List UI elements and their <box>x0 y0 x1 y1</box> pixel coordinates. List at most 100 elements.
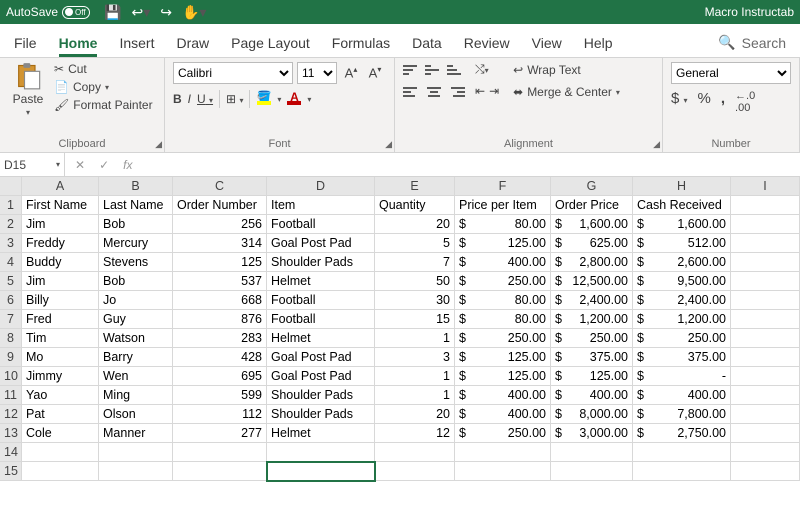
undo-icon[interactable]: ↩▾ <box>131 4 150 21</box>
col-header[interactable]: G <box>551 177 633 196</box>
cell[interactable]: 256 <box>173 215 267 234</box>
cell[interactable]: Cash Received <box>633 196 731 215</box>
font-dialog-launcher-icon[interactable]: ◢ <box>385 139 392 150</box>
cell[interactable]: Order Price <box>551 196 633 215</box>
cell[interactable]: $12,500.00 <box>551 272 633 291</box>
cell[interactable]: 12 <box>375 424 455 443</box>
align-top-button[interactable] <box>403 62 421 78</box>
cell[interactable]: 1 <box>375 386 455 405</box>
cell[interactable]: Tim <box>22 329 99 348</box>
cell[interactable]: Item <box>267 196 375 215</box>
tab-view[interactable]: View <box>532 35 562 57</box>
cell[interactable]: $3,000.00 <box>551 424 633 443</box>
cell[interactable]: Football <box>267 310 375 329</box>
cell[interactable]: Order Number <box>173 196 267 215</box>
tab-help[interactable]: Help <box>584 35 613 57</box>
worksheet-grid[interactable]: ABCDEFGHI1First NameLast NameOrder Numbe… <box>0 177 800 481</box>
align-right-button[interactable] <box>447 84 465 100</box>
percent-style-button[interactable]: % <box>698 90 711 114</box>
decrease-indent-button[interactable]: ⇤ <box>475 84 485 100</box>
cell[interactable]: Goal Post Pad <box>267 367 375 386</box>
decrease-font-icon[interactable]: A▾ <box>365 64 385 81</box>
cell[interactable] <box>633 462 731 481</box>
col-header[interactable]: D <box>267 177 375 196</box>
bold-button[interactable]: B <box>173 92 182 106</box>
cell[interactable]: Watson <box>99 329 173 348</box>
cell[interactable]: Pat <box>22 405 99 424</box>
cell[interactable]: $1,200.00 <box>551 310 633 329</box>
col-header[interactable]: E <box>375 177 455 196</box>
cell[interactable]: Billy <box>22 291 99 310</box>
cell[interactable]: $512.00 <box>633 234 731 253</box>
cell[interactable]: Ming <box>99 386 173 405</box>
cell[interactable]: $375.00 <box>551 348 633 367</box>
cell[interactable]: $125.00 <box>455 367 551 386</box>
toggle-off-icon[interactable]: Off <box>62 6 90 19</box>
cell[interactable]: Mo <box>22 348 99 367</box>
cell[interactable] <box>99 443 173 462</box>
tab-page-layout[interactable]: Page Layout <box>231 35 310 57</box>
col-header[interactable]: H <box>633 177 731 196</box>
cell[interactable]: 599 <box>173 386 267 405</box>
cell[interactable]: $9,500.00 <box>633 272 731 291</box>
cell[interactable]: Shoulder Pads <box>267 386 375 405</box>
cell[interactable]: $400.00 <box>455 386 551 405</box>
cell[interactable] <box>99 462 173 481</box>
tab-file[interactable]: File <box>14 35 37 57</box>
cell[interactable]: 277 <box>173 424 267 443</box>
cell[interactable]: 428 <box>173 348 267 367</box>
cell[interactable] <box>551 443 633 462</box>
align-center-button[interactable] <box>425 84 443 100</box>
cell[interactable]: Yao <box>22 386 99 405</box>
cell[interactable]: $250.00 <box>455 329 551 348</box>
orientation-button[interactable]: ⤭▾ <box>475 62 489 78</box>
cell[interactable]: $2,400.00 <box>551 291 633 310</box>
cell[interactable]: Jimmy <box>22 367 99 386</box>
redo-icon[interactable]: ↪ <box>160 4 172 21</box>
cell[interactable] <box>375 443 455 462</box>
cell[interactable]: $2,750.00 <box>633 424 731 443</box>
cell[interactable]: $250.00 <box>551 329 633 348</box>
col-header[interactable]: C <box>173 177 267 196</box>
increase-indent-button[interactable]: ⇥ <box>489 84 499 100</box>
merge-center-button[interactable]: ⬌Merge & Center ▾ <box>513 85 620 99</box>
cell[interactable]: Football <box>267 215 375 234</box>
cell[interactable]: 20 <box>375 215 455 234</box>
cell[interactable]: $400.00 <box>455 253 551 272</box>
cell[interactable]: Last Name <box>99 196 173 215</box>
cell[interactable]: $125.00 <box>455 234 551 253</box>
cell[interactable]: 3 <box>375 348 455 367</box>
cell[interactable]: Bob <box>99 272 173 291</box>
cell[interactable]: $375.00 <box>633 348 731 367</box>
cell[interactable]: 1 <box>375 329 455 348</box>
cell[interactable]: 314 <box>173 234 267 253</box>
align-left-button[interactable] <box>403 84 421 100</box>
cell[interactable]: 30 <box>375 291 455 310</box>
cell[interactable] <box>731 462 800 481</box>
enter-formula-icon[interactable]: ✓ <box>99 158 109 172</box>
cell[interactable]: 1 <box>375 367 455 386</box>
cell[interactable]: Cole <box>22 424 99 443</box>
cell[interactable] <box>455 462 551 481</box>
clipboard-dialog-launcher-icon[interactable]: ◢ <box>155 139 162 150</box>
align-bottom-button[interactable] <box>447 62 465 78</box>
cell[interactable]: 50 <box>375 272 455 291</box>
save-icon[interactable]: 💾 <box>104 4 121 21</box>
cell[interactable]: $2,800.00 <box>551 253 633 272</box>
cell[interactable]: Helmet <box>267 424 375 443</box>
increase-decimal-button[interactable]: ←.0.00 <box>735 90 755 114</box>
cell[interactable]: $400.00 <box>455 405 551 424</box>
cell[interactable]: First Name <box>22 196 99 215</box>
cut-button[interactable]: ✂Cut <box>54 62 153 76</box>
cell[interactable]: $125.00 <box>455 348 551 367</box>
cell[interactable] <box>267 443 375 462</box>
cell[interactable]: 283 <box>173 329 267 348</box>
cell[interactable]: Jim <box>22 215 99 234</box>
cell[interactable]: 112 <box>173 405 267 424</box>
cell[interactable]: $2,600.00 <box>633 253 731 272</box>
cell[interactable]: $625.00 <box>551 234 633 253</box>
col-header[interactable]: F <box>455 177 551 196</box>
cell[interactable] <box>173 443 267 462</box>
copy-button[interactable]: 📄Copy ▾ <box>54 80 153 94</box>
wrap-text-button[interactable]: ↩Wrap Text <box>513 63 620 77</box>
